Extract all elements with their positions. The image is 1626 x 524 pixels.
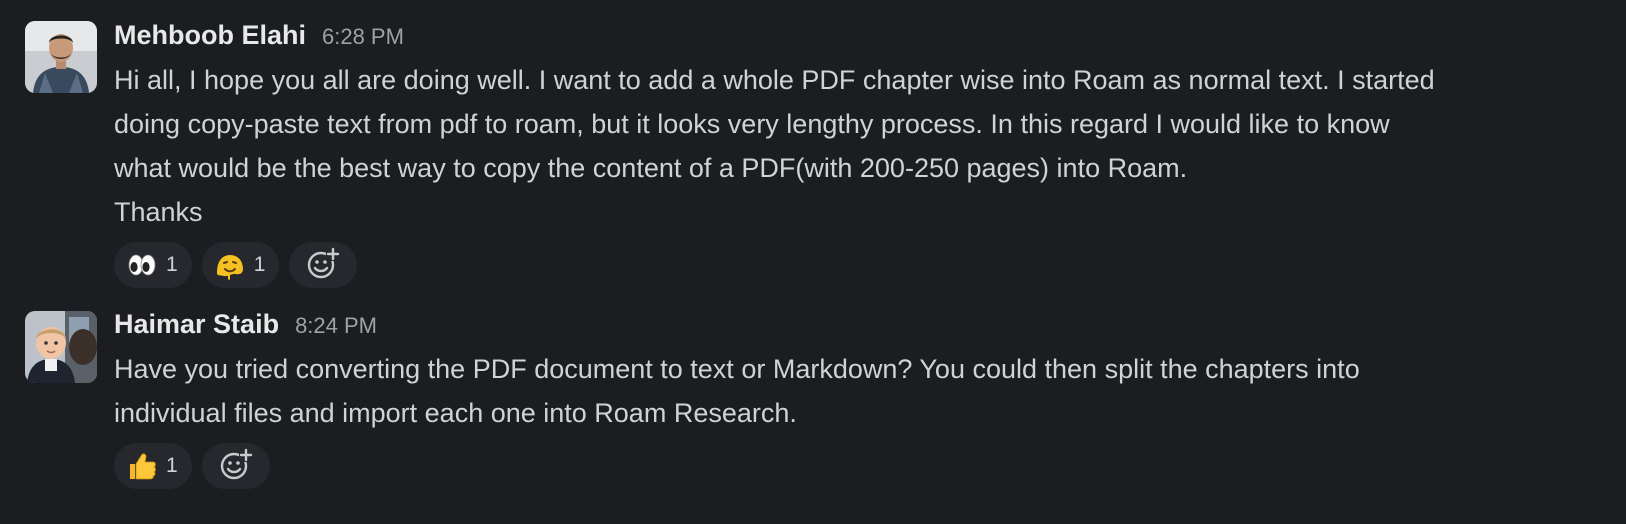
author-name[interactable]: Haimar Staib <box>114 309 279 340</box>
message-text-line: what would be the best way to copy the c… <box>114 153 1188 183</box>
melting-face-emoji-icon <box>214 249 246 281</box>
reaction-melting-face[interactable]: 1 <box>201 242 280 288</box>
timestamp[interactable]: 6:28 PM <box>322 24 404 50</box>
reaction-eyes[interactable]: 1 <box>114 242 192 288</box>
reaction-count: 1 <box>253 253 266 276</box>
reaction-count: 1 <box>166 253 178 276</box>
reaction-count: 1 <box>166 454 178 477</box>
message-body: Hi all, I hope you all are doing well. I… <box>114 58 1606 234</box>
avatar[interactable] <box>25 311 97 383</box>
eyes-emoji-icon <box>126 249 158 281</box>
timestamp[interactable]: 8:24 PM <box>295 313 377 339</box>
thumbs-up-emoji-icon <box>126 450 158 482</box>
reactions-bar: 1 <box>114 443 1606 489</box>
add-reaction-button[interactable] <box>201 443 270 489</box>
add-emoji-icon <box>219 447 253 486</box>
message-text-line: doing copy-paste text from pdf to roam, … <box>114 109 1390 139</box>
reactions-bar: 1 1 <box>114 242 1606 288</box>
author-name[interactable]: Mehboob Elahi <box>114 20 306 51</box>
message-text-line: Have you tried converting the PDF docume… <box>114 354 1360 384</box>
avatar[interactable] <box>25 21 97 93</box>
add-reaction-button[interactable] <box>289 242 358 288</box>
message-text-line: Thanks <box>114 197 203 227</box>
reaction-thumbs-up[interactable]: 1 <box>114 443 192 489</box>
add-emoji-icon <box>306 246 341 285</box>
message-text-line: individual files and import each one int… <box>114 398 797 428</box>
message-body: Have you tried converting the PDF docume… <box>114 347 1606 435</box>
message-text-line: Hi all, I hope you all are doing well. I… <box>114 65 1435 95</box>
